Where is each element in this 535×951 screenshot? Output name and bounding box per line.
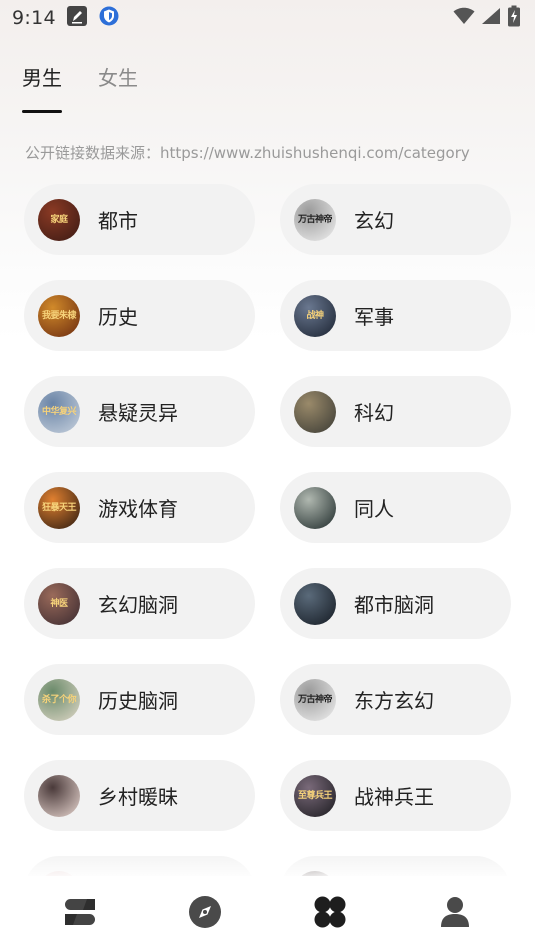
profile-icon <box>440 896 470 932</box>
nav-discover[interactable] <box>175 884 235 944</box>
category-card[interactable]: 科幻 <box>280 376 511 447</box>
category-label: 同人 <box>354 497 394 521</box>
category-label: 军事 <box>354 305 394 329</box>
category-card[interactable]: 神医 玄幻脑洞 <box>24 568 255 639</box>
category-grid-icon <box>313 895 347 933</box>
shield-notification-icon <box>98 5 120 31</box>
category-cover-image <box>294 486 336 529</box>
category-label: 玄幻脑洞 <box>98 593 178 617</box>
category-cover-image: 中华复兴 <box>38 390 80 433</box>
category-card[interactable]: 战神 军事 <box>280 280 511 351</box>
bookshelf-icon <box>63 896 97 932</box>
status-bar: 9:14 <box>0 0 535 36</box>
nav-bookshelf[interactable] <box>50 884 110 944</box>
category-card[interactable]: 都市脑洞 <box>280 568 511 639</box>
category-cover-image: 至尊兵王 <box>294 774 336 817</box>
category-card[interactable]: 万古神帝 东方玄幻 <box>280 664 511 735</box>
category-cover-image: 神医 <box>38 582 80 625</box>
category-label: 东方玄幻 <box>354 689 434 713</box>
category-label: 悬疑灵异 <box>98 401 178 425</box>
category-label: 乡村暖昧 <box>98 785 178 809</box>
cover-title-text: 战神 <box>306 310 324 321</box>
battery-icon <box>507 5 521 31</box>
category-card[interactable]: 至尊兵王 战神兵王 <box>280 760 511 831</box>
compass-icon <box>188 895 222 933</box>
category-cover-image <box>294 582 336 625</box>
cover-title-text: 杀了个你 <box>41 694 77 705</box>
category-card[interactable]: 万古神帝 玄幻 <box>280 184 511 255</box>
gender-tabs: 男生 女生 <box>22 62 138 113</box>
wifi-icon <box>453 7 475 29</box>
category-label: 玄幻 <box>354 209 394 233</box>
category-card[interactable]: 我要朱棣 历史 <box>24 280 255 351</box>
edit-notification-icon <box>66 5 88 31</box>
cover-title-text: 狂暴天王 <box>41 502 77 513</box>
cover-title-text: 万古神帝 <box>297 214 333 225</box>
category-cover-image: 杀了个你 <box>38 678 80 721</box>
tab-female[interactable]: 女生 <box>98 62 138 112</box>
category-label: 都市脑洞 <box>354 593 434 617</box>
category-card[interactable]: 乡村暖昧 <box>24 760 255 831</box>
cell-signal-icon <box>481 7 501 29</box>
cover-title-text: 万古神帝 <box>297 694 333 705</box>
category-label: 历史脑洞 <box>98 689 178 713</box>
category-cover-image <box>294 390 336 433</box>
bottom-nav <box>0 876 535 951</box>
cover-title-text: 我要朱棣 <box>41 310 77 321</box>
status-right <box>453 5 521 31</box>
cover-title-text: 至尊兵王 <box>297 790 333 801</box>
category-cover-image: 万古神帝 <box>294 198 336 241</box>
data-source-text: 公开链接数据来源：https://www.zhuishushenqi.com/c… <box>25 144 470 162</box>
status-time: 9:14 <box>12 7 56 29</box>
category-card[interactable]: 同人 <box>280 472 511 543</box>
category-cover-image: 战神 <box>294 294 336 337</box>
category-card[interactable]: 杀了个你 历史脑洞 <box>24 664 255 735</box>
category-label: 历史 <box>98 305 138 329</box>
cover-title-text: 中华复兴 <box>41 406 77 417</box>
tab-male[interactable]: 男生 <box>22 62 62 113</box>
cover-title-text: 神医 <box>50 598 68 609</box>
category-cover-image: 万古神帝 <box>294 678 336 721</box>
nav-profile[interactable] <box>425 884 485 944</box>
category-label: 科幻 <box>354 401 394 425</box>
category-card[interactable]: 狂暴天王 游戏体育 <box>24 472 255 543</box>
category-grid: 家庭 都市 万古神帝 玄幻 我要朱棣 历史 战神 军事 中华复兴 悬疑灵异 科幻 狂暴天王 游戏体育 同人… <box>24 184 511 927</box>
nav-category[interactable] <box>300 884 360 944</box>
category-label: 游戏体育 <box>98 497 178 521</box>
cover-title-text: 家庭 <box>50 214 68 225</box>
category-cover-image <box>38 774 80 817</box>
category-label: 战神兵王 <box>354 785 434 809</box>
category-cover-image: 狂暴天王 <box>38 486 80 529</box>
category-label: 都市 <box>98 209 138 233</box>
category-card[interactable]: 中华复兴 悬疑灵异 <box>24 376 255 447</box>
category-cover-image: 我要朱棣 <box>38 294 80 337</box>
category-cover-image: 家庭 <box>38 198 80 241</box>
status-left: 9:14 <box>12 5 120 31</box>
category-card[interactable]: 家庭 都市 <box>24 184 255 255</box>
